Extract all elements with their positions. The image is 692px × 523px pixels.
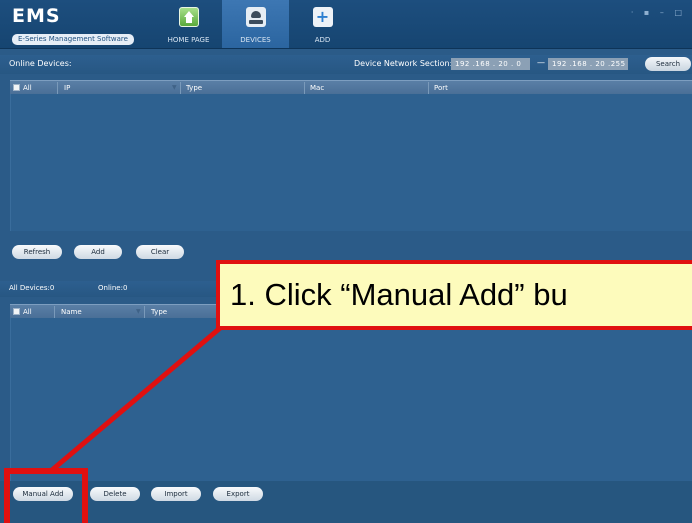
refresh-button[interactable]: Refresh	[12, 245, 62, 259]
column-ip[interactable]: IP	[64, 84, 70, 92]
add-button[interactable]: Add	[74, 245, 122, 259]
tab-add[interactable]: + ADD	[289, 0, 356, 48]
column-divider	[428, 82, 429, 94]
online-count: Online:0	[98, 284, 128, 292]
network-section-label: Device Network Section:	[354, 59, 453, 68]
column-divider	[57, 82, 58, 94]
online-devices-list[interactable]	[10, 94, 692, 231]
tab-devices[interactable]: DEVICES	[222, 0, 289, 48]
instruction-callout: 1. Click “Manual Add” bu	[216, 260, 692, 330]
ems-app-window: EMS E-Series Management Software HOME PA…	[0, 0, 692, 523]
column-type[interactable]: Type	[186, 84, 202, 92]
checkbox-icon	[13, 308, 20, 315]
online-devices-table-header: All IP ▼ Type Mac Port	[10, 80, 692, 94]
column-divider	[54, 306, 55, 318]
sort-icon[interactable]: ▼	[172, 84, 177, 91]
select-all-checkbox[interactable]: All	[13, 84, 32, 92]
column-port[interactable]: Port	[434, 84, 448, 92]
manual-add-highlight	[4, 468, 88, 523]
tab-devices-label: DEVICES	[240, 36, 271, 44]
column-type[interactable]: Type	[151, 308, 167, 316]
sort-icon[interactable]: ▼	[136, 308, 141, 315]
select-all-devices-checkbox[interactable]: All	[13, 308, 32, 316]
logo-subtitle: E-Series Management Software	[12, 34, 134, 45]
home-icon	[178, 7, 199, 27]
select-all-label: All	[23, 84, 32, 92]
column-mac[interactable]: Mac	[310, 84, 324, 92]
column-divider	[304, 82, 305, 94]
tab-home-page-label: HOME PAGE	[167, 36, 210, 44]
export-button[interactable]: Export	[213, 487, 263, 501]
ip-range-separator: —	[537, 58, 545, 67]
window-controls[interactable]: · ▪ – □	[631, 8, 686, 17]
ip-start-input[interactable]: 192 .168 . 20 . 0	[451, 58, 530, 70]
select-all-devices-label: All	[23, 308, 32, 316]
device-icon	[245, 7, 266, 27]
search-button[interactable]: Search	[645, 57, 691, 71]
all-devices-count: All Devices:0	[9, 284, 55, 292]
column-divider	[180, 82, 181, 94]
online-devices-title: Online Devices:	[9, 59, 72, 68]
ip-end-input[interactable]: 192 .168 . 20 .255	[548, 58, 628, 70]
column-divider	[144, 306, 145, 318]
top-bar: EMS E-Series Management Software HOME PA…	[0, 0, 692, 49]
logo: EMS E-Series Management Software	[12, 6, 134, 45]
checkbox-icon	[13, 84, 20, 91]
add-icon: +	[312, 7, 333, 27]
online-devices-toolbar: Online Devices: Device Network Section: …	[0, 55, 692, 74]
clear-button[interactable]: Clear	[136, 245, 184, 259]
tab-home-page[interactable]: HOME PAGE	[155, 0, 222, 48]
tab-add-label: ADD	[314, 36, 331, 44]
delete-button[interactable]: Delete	[90, 487, 140, 501]
import-button[interactable]: Import	[151, 487, 201, 501]
logo-title: EMS	[12, 5, 61, 27]
column-name[interactable]: Name	[61, 308, 82, 316]
all-devices-list[interactable]	[10, 318, 692, 481]
